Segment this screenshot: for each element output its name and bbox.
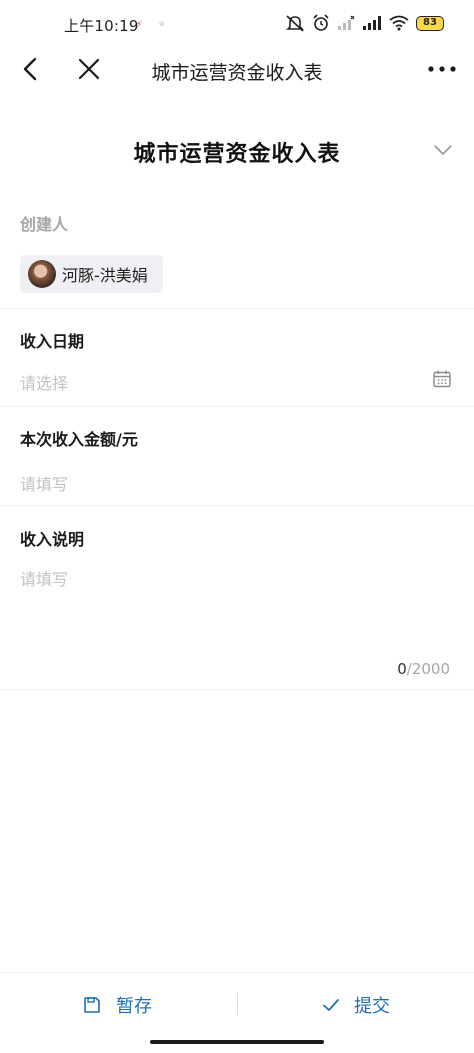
calendar-icon[interactable] bbox=[432, 369, 452, 389]
submit-label: 提交 bbox=[354, 996, 390, 1017]
save-draft-label: 暂存 bbox=[116, 996, 152, 1017]
income-date-label: 收入日期 bbox=[20, 332, 85, 351]
wifi-icon bbox=[389, 15, 409, 31]
nav-bar: 城市运营资金收入表 bbox=[0, 46, 474, 92]
submit-button[interactable]: 提交 bbox=[322, 991, 390, 1019]
status-time: 上午10:19 bbox=[64, 17, 139, 35]
creator-name: 河豚-洪美娟 bbox=[62, 266, 148, 285]
check-icon bbox=[323, 999, 339, 1011]
nav-title: 城市运营资金收入表 bbox=[151, 62, 323, 84]
char-counter: 0/2000 bbox=[397, 660, 450, 678]
form-page: 上午10:19 ⚡ ✧ 83 城市运营资金收入表 城市运营资金收入表 创建人 河… bbox=[0, 0, 474, 1053]
battery-indicator: 83 bbox=[416, 15, 444, 31]
form-title: 城市运营资金收入表 bbox=[133, 142, 341, 167]
creator-label: 创建人 bbox=[20, 215, 69, 234]
income-description-textarea[interactable]: 请填写 bbox=[20, 566, 450, 646]
creator-chip: 河豚-洪美娟 bbox=[20, 255, 163, 293]
income-amount-label: 本次收入金额/元 bbox=[20, 430, 138, 449]
home-indicator[interactable] bbox=[150, 1040, 324, 1044]
avatar bbox=[28, 260, 56, 288]
mute-icon bbox=[286, 15, 304, 32]
income-description-label: 收入说明 bbox=[20, 530, 85, 549]
divider bbox=[0, 406, 474, 407]
char-count-current: 0 bbox=[397, 660, 407, 678]
income-date-picker[interactable]: 请选择 bbox=[20, 370, 440, 394]
toolbar-separator bbox=[237, 993, 238, 1015]
char-count-max: /2000 bbox=[406, 660, 450, 678]
status-bar: 上午10:19 ⚡ ✧ 83 bbox=[0, 0, 474, 46]
alarm-icon bbox=[313, 14, 329, 31]
divider bbox=[0, 308, 474, 309]
notification-icon-2: ✧ bbox=[158, 20, 166, 30]
notification-icon: ⚡ bbox=[136, 20, 143, 30]
signal-icon bbox=[363, 16, 381, 30]
chevron-down-icon[interactable] bbox=[432, 142, 454, 158]
save-icon bbox=[84, 997, 100, 1013]
save-draft-button[interactable]: 暂存 bbox=[82, 991, 152, 1019]
divider bbox=[0, 505, 474, 506]
income-amount-input[interactable]: 请填写 bbox=[20, 471, 450, 495]
status-icons: 83 bbox=[285, 14, 444, 32]
divider bbox=[0, 689, 474, 690]
more-icon[interactable] bbox=[426, 58, 458, 80]
signal-weak-icon bbox=[338, 15, 355, 30]
